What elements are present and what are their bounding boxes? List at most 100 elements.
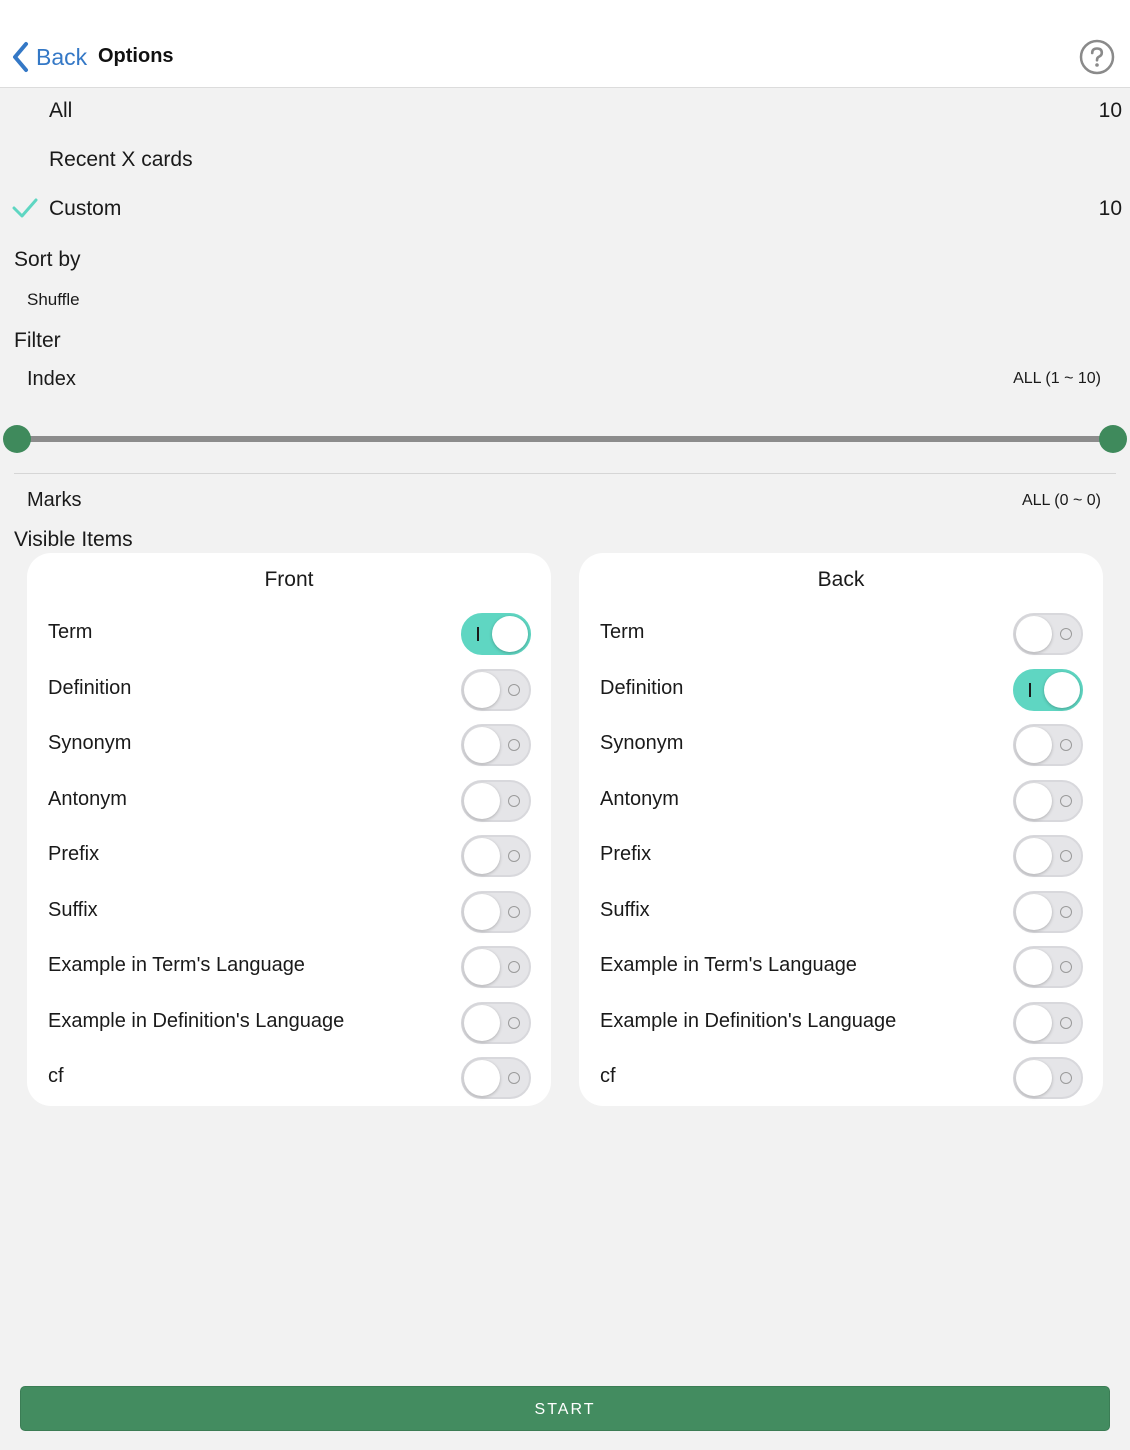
toggle-knob [464, 727, 500, 763]
divider [14, 473, 1116, 474]
toggle-knob [1016, 893, 1052, 930]
front-item-toggle[interactable] [461, 835, 531, 877]
index-label: Index [27, 368, 76, 390]
filter-title: Filter [14, 329, 61, 352]
chevron-left-icon [13, 42, 28, 72]
front-card-title: Front [264, 568, 314, 591]
toggle-off-icon [1060, 628, 1072, 640]
back-item-row: Prefix [579, 829, 1103, 885]
back-item-label: Term [600, 621, 645, 643]
toggle-on-icon [477, 627, 479, 641]
back-item-label: Antonym [600, 787, 679, 810]
toggle-knob [464, 949, 500, 985]
front-item-toggle[interactable] [461, 724, 531, 766]
back-item-toggle[interactable] [1013, 779, 1083, 822]
range-option-recent-label: Recent X cards [49, 148, 193, 171]
front-item-toggle[interactable] [461, 668, 531, 711]
back-item-label: Synonym [600, 732, 684, 754]
toggle-off-icon [1060, 1072, 1072, 1084]
toggle-knob [1044, 671, 1080, 708]
front-item-label: Term [48, 621, 93, 643]
back-item-toggle[interactable] [1013, 668, 1083, 711]
front-item-row: Term [27, 607, 551, 663]
toggle-off-icon [508, 850, 520, 862]
front-item-row: Antonym [27, 774, 551, 830]
toggle-knob [1016, 949, 1052, 985]
marks-range: ALL (0 ~ 0) [1021, 492, 1101, 509]
front-item-toggle[interactable] [461, 779, 531, 822]
back-item-label: cf [600, 1065, 616, 1087]
toggle-off-icon [1060, 961, 1072, 973]
checkmark-icon [12, 198, 38, 218]
toggle-knob [1016, 782, 1052, 819]
front-item-label: Definition [48, 676, 132, 699]
toggle-off-icon [508, 1072, 520, 1084]
toggle-off-icon [1060, 905, 1072, 918]
back-card-title: Back [817, 568, 865, 591]
front-item-toggle[interactable] [461, 1057, 531, 1099]
toggle-off-icon [1060, 850, 1072, 862]
index-range: ALL (1 ~ 10) [1013, 370, 1101, 387]
back-item-row: cf [579, 1051, 1103, 1107]
front-item-row: Example in Term's Language [27, 940, 551, 996]
back-item-label: Suffix [600, 898, 650, 921]
back-item-toggle[interactable] [1013, 724, 1083, 766]
front-item-label: Suffix [48, 898, 98, 921]
front-item-toggle[interactable] [461, 613, 531, 655]
back-item-row: Synonym [579, 718, 1103, 774]
toggle-knob [464, 1004, 500, 1041]
back-item-toggle[interactable] [1013, 613, 1083, 655]
range-option-custom-label: Custom [49, 197, 122, 220]
front-item-toggle[interactable] [461, 946, 531, 988]
index-range-slider[interactable] [3, 424, 1127, 454]
toggle-off-icon [508, 683, 520, 696]
back-item-row: Example in Term's Language [579, 940, 1103, 996]
front-item-label: cf [48, 1065, 64, 1087]
toggle-knob [1016, 727, 1052, 763]
back-item-row: Term [579, 607, 1103, 663]
front-item-toggle[interactable] [461, 1001, 531, 1044]
help-circle-icon[interactable] [1079, 39, 1115, 75]
front-card: Front Term Definition Synonym Antonym Prefix… [27, 553, 551, 1106]
front-item-label: Synonym [48, 732, 132, 754]
marks-label[interactable]: Marks [27, 489, 81, 512]
back-button[interactable]: Back [10, 40, 87, 74]
page-title: Options [98, 45, 174, 67]
front-item-row: Definition [27, 663, 551, 719]
front-item-row: cf [27, 1051, 551, 1107]
slider-thumb-max[interactable] [1099, 425, 1127, 453]
toggle-off-icon [508, 961, 520, 973]
toggle-knob [492, 616, 528, 652]
front-item-toggle[interactable] [461, 890, 531, 933]
sort-by-title: Sort by [14, 248, 81, 271]
toggle-knob [464, 893, 500, 930]
back-item-label: Prefix [600, 843, 652, 865]
toggle-off-icon [1060, 739, 1072, 751]
front-item-row: Prefix [27, 829, 551, 885]
range-option-all-label: All [49, 99, 73, 122]
back-item-toggle[interactable] [1013, 1001, 1083, 1044]
visible-items-title: Visible Items [14, 528, 133, 551]
back-item-toggle[interactable] [1013, 890, 1083, 933]
slider-thumb-min[interactable] [3, 425, 31, 453]
toggle-off-icon [1060, 1016, 1072, 1029]
toggle-off-icon [508, 905, 520, 918]
front-item-label: Example in Definition's Language [48, 1009, 345, 1032]
back-item-row: Antonym [579, 774, 1103, 830]
back-item-row: Example in Definition's Language [579, 996, 1103, 1052]
front-item-label: Prefix [48, 843, 100, 865]
back-item-label: Example in Term's Language [600, 954, 857, 976]
toggle-knob [464, 782, 500, 819]
back-label: Back [36, 43, 88, 70]
back-item-toggle[interactable] [1013, 1057, 1083, 1099]
sort-option[interactable]: Shuffle [27, 290, 80, 310]
toggle-knob [1016, 1004, 1052, 1041]
back-item-toggle[interactable] [1013, 946, 1083, 988]
back-item-row: Suffix [579, 885, 1103, 941]
navigation-bar: Back Options [0, 0, 1130, 88]
range-option-all-count: 10 [1098, 99, 1122, 122]
toggle-knob [1016, 1060, 1052, 1096]
back-item-toggle[interactable] [1013, 835, 1083, 877]
start-button[interactable]: START [20, 1386, 1110, 1431]
toggle-off-icon [508, 739, 520, 751]
